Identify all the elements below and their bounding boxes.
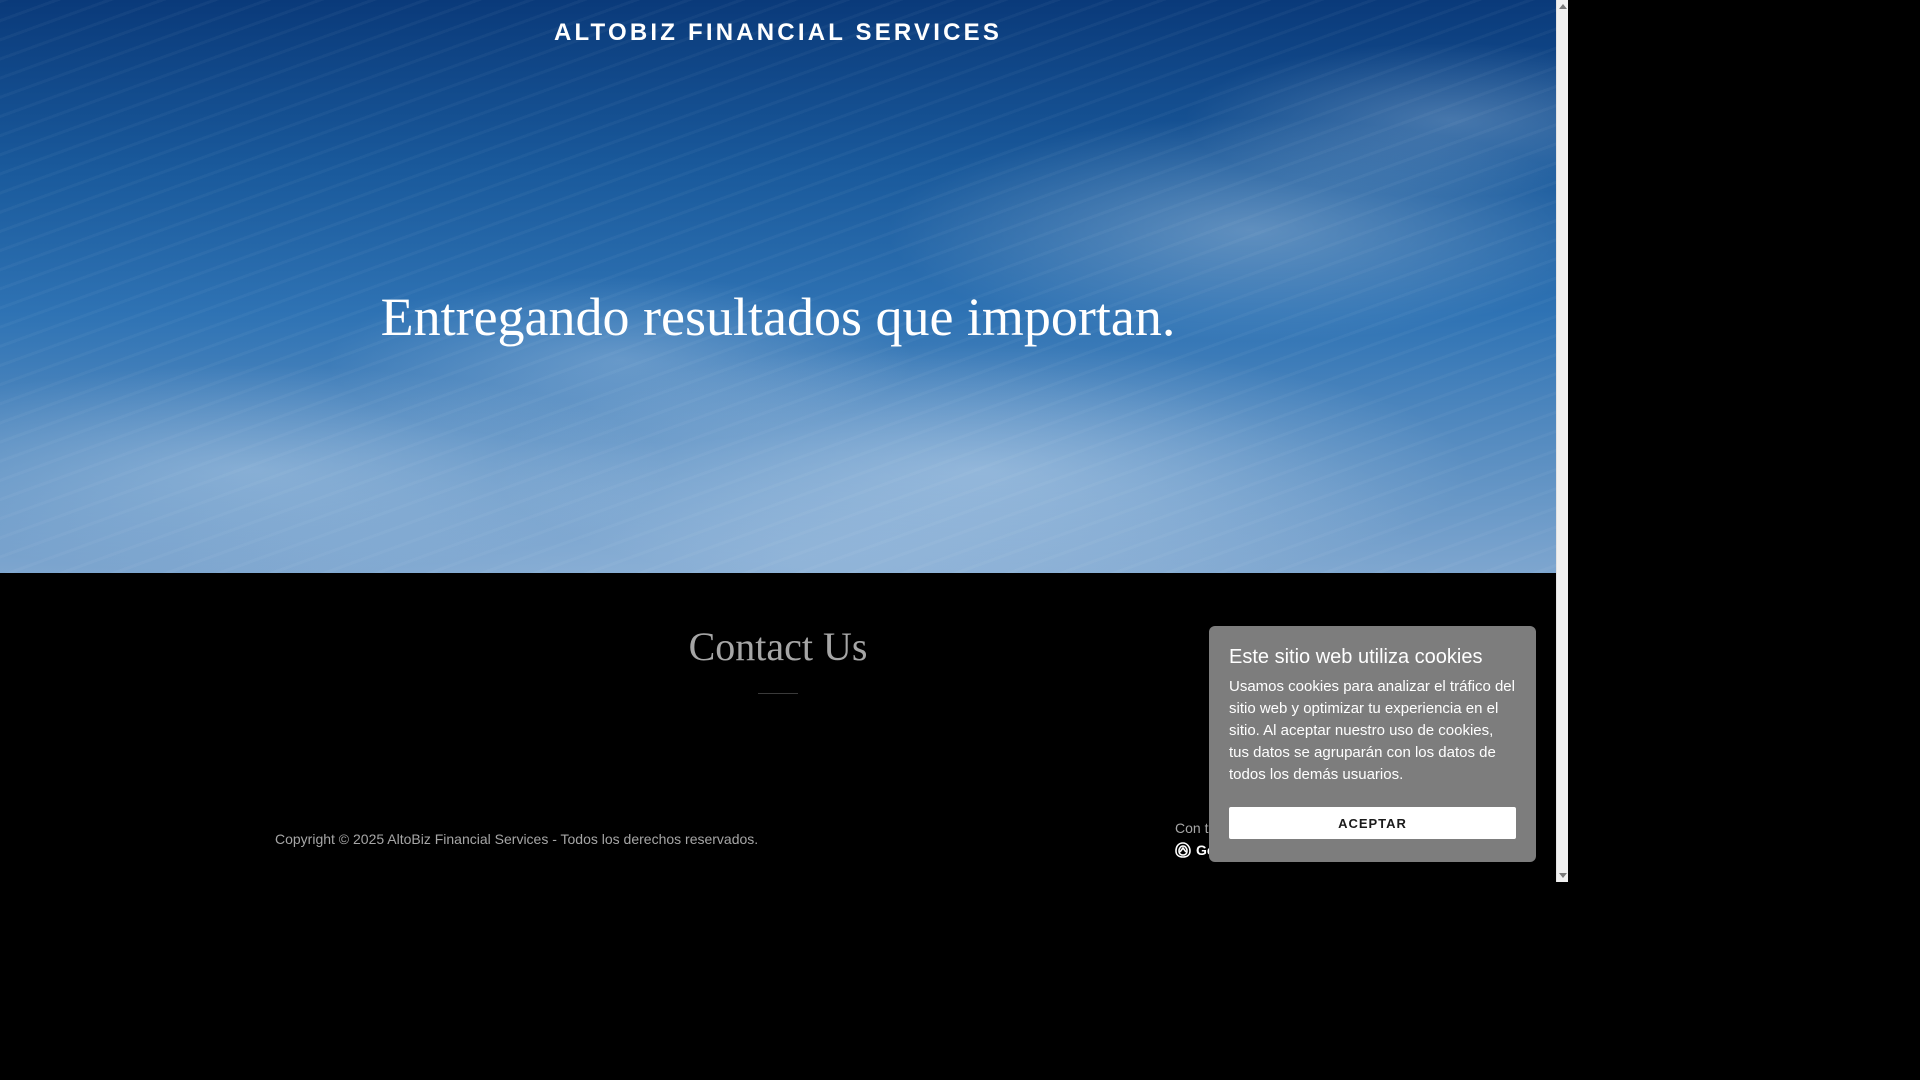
- scroll-down-icon[interactable]: [1559, 873, 1567, 878]
- cookie-body: Usamos cookies para analizar el tráfico …: [1229, 678, 1515, 783]
- scroll-up-icon[interactable]: [1559, 4, 1567, 9]
- site-title[interactable]: ALTOBIZ FINANCIAL SERVICES: [0, 19, 1556, 47]
- cookie-title: Este sitio web utiliza cookies: [1229, 646, 1483, 668]
- hero-section: ALTOBIZ FINANCIAL SERVICES Entregando re…: [0, 0, 1556, 573]
- page: ALTOBIZ FINANCIAL SERVICES Entregando re…: [0, 0, 1568, 882]
- accept-cookies-button[interactable]: ACEPTAR: [1229, 807, 1516, 839]
- vertical-scrollbar[interactable]: [1556, 0, 1568, 882]
- footer-copyright: Copyright © 2025 AltoBiz Financial Servi…: [275, 831, 759, 847]
- section-divider: [758, 693, 798, 694]
- godaddy-logo-icon: [1175, 842, 1191, 858]
- hero-headline: Entregando resultados que importan.: [380, 287, 1176, 347]
- cookie-banner: Este sitio web utiliza cookies Usamos co…: [1209, 626, 1536, 862]
